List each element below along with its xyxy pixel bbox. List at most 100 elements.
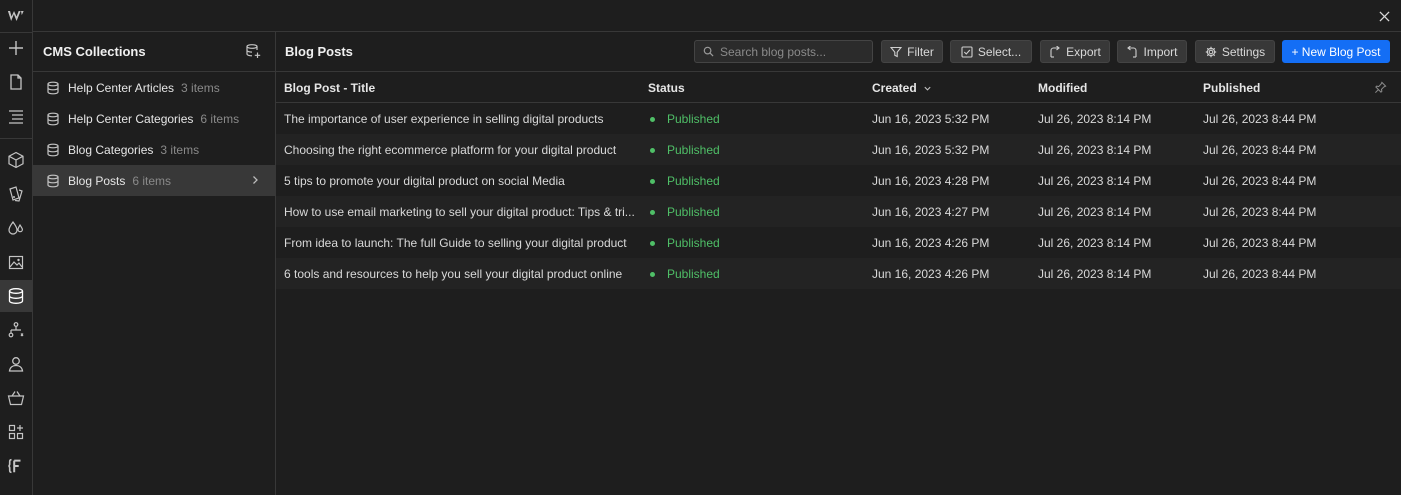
filter-button[interactable]: Filter xyxy=(881,40,943,63)
cell-created: Jun 16, 2023 4:26 PM xyxy=(872,236,990,250)
collections-title: CMS Collections xyxy=(43,44,146,59)
gear-icon xyxy=(1205,46,1217,57)
sort-chevron-down-icon xyxy=(924,86,931,91)
assets-icon[interactable] xyxy=(0,246,32,278)
cell-published: Jul 26, 2023 8:44 PM xyxy=(1203,205,1317,219)
column-header-modified[interactable]: Modified xyxy=(1038,81,1087,95)
status-badge: Published xyxy=(650,143,720,157)
cell-title: 5 tips to promote your digital product o… xyxy=(284,174,565,188)
column-header-status[interactable]: Status xyxy=(648,81,685,95)
webflow-logo-icon[interactable] xyxy=(0,0,32,32)
collection-name: Help Center Categories xyxy=(68,111,194,126)
cell-modified: Jul 26, 2023 8:14 PM xyxy=(1038,143,1152,157)
filter-label: Filter xyxy=(907,44,934,59)
collection-item-help-center-articles[interactable]: Help Center Articles 3 items xyxy=(33,72,275,103)
status-dot xyxy=(650,209,655,215)
collection-name: Help Center Articles xyxy=(68,80,175,95)
main-header: Blog Posts Filter Select... Export Impor… xyxy=(276,32,1401,72)
new-blog-post-label: + New Blog Post xyxy=(1291,44,1381,59)
status-dot xyxy=(650,147,655,153)
main-panel: Blog Posts Filter Select... Export Impor… xyxy=(276,32,1401,495)
status-text: Published xyxy=(667,112,720,126)
cell-title: From idea to launch: The full Guide to s… xyxy=(284,236,627,250)
import-button[interactable]: Import xyxy=(1117,40,1187,63)
status-badge: Published xyxy=(650,267,720,281)
table-row[interactable]: The importance of user experience in sel… xyxy=(276,103,1401,134)
pin-icon[interactable] xyxy=(1374,81,1387,94)
cell-published: Jul 26, 2023 8:44 PM xyxy=(1203,112,1317,126)
table-row[interactable]: How to use email marketing to sell your … xyxy=(276,196,1401,227)
import-label: Import xyxy=(1143,44,1178,59)
checkbox-icon xyxy=(961,45,973,58)
top-bar xyxy=(33,0,1401,32)
status-badge: Published xyxy=(650,205,720,219)
finsweet-icon[interactable] xyxy=(0,450,32,482)
select-label: Select... xyxy=(977,44,1022,59)
filter-icon xyxy=(890,46,903,57)
collection-item-help-center-categories[interactable]: Help Center Categories 6 items xyxy=(33,103,275,134)
chevron-right-icon xyxy=(253,176,258,184)
collection-item-blog-posts[interactable]: Blog Posts 6 items xyxy=(33,165,275,196)
search-box[interactable] xyxy=(694,40,873,63)
collection-count: 6 items xyxy=(200,111,240,126)
cell-modified: Jul 26, 2023 8:14 PM xyxy=(1038,112,1152,126)
navigator-icon[interactable] xyxy=(0,100,32,132)
left-icon-rail xyxy=(0,0,33,495)
column-header-title[interactable]: Blog Post - Title xyxy=(284,81,375,95)
export-button[interactable]: Export xyxy=(1040,40,1110,63)
cell-title: 6 tools and resources to help you sell y… xyxy=(284,267,623,281)
apps-icon[interactable] xyxy=(0,416,32,448)
cms-app: CMS Collections Help Center Articles 3 i… xyxy=(0,0,1401,495)
collection-item-blog-categories[interactable]: Blog Categories 3 items xyxy=(33,134,275,165)
cell-modified: Jul 26, 2023 8:14 PM xyxy=(1038,267,1152,281)
status-text: Published xyxy=(667,205,720,219)
close-icon[interactable] xyxy=(1375,7,1393,25)
cell-modified: Jul 26, 2023 8:14 PM xyxy=(1038,236,1152,250)
cell-title: The importance of user experience in sel… xyxy=(284,112,604,126)
collection-name: Blog Posts xyxy=(68,173,126,188)
status-text: Published xyxy=(667,236,720,250)
search-icon xyxy=(703,46,714,57)
new-blog-post-button[interactable]: + New Blog Post xyxy=(1282,40,1390,63)
cell-title: Choosing the right ecommerce platform fo… xyxy=(284,143,617,157)
select-button[interactable]: Select... xyxy=(950,40,1032,63)
column-header-created[interactable]: Created xyxy=(872,81,932,95)
export-icon xyxy=(1050,45,1061,58)
status-text: Published xyxy=(667,267,720,281)
cms-icon[interactable] xyxy=(0,280,32,312)
settings-button[interactable]: Settings xyxy=(1195,40,1275,63)
table-row[interactable]: From idea to launch: The full Guide to s… xyxy=(276,227,1401,258)
users-icon[interactable] xyxy=(0,348,32,380)
collection-name: Blog Categories xyxy=(68,142,154,157)
status-text: Published xyxy=(667,174,720,188)
search-input[interactable] xyxy=(720,44,870,59)
status-badge: Published xyxy=(650,236,720,250)
database-icon xyxy=(47,112,59,125)
database-icon xyxy=(47,81,59,94)
pages-icon[interactable] xyxy=(0,66,32,98)
column-header-created-label: Created xyxy=(872,81,917,95)
settings-label: Settings xyxy=(1221,44,1266,59)
cell-published: Jul 26, 2023 8:44 PM xyxy=(1203,174,1317,188)
variables-icon[interactable] xyxy=(0,212,32,244)
database-icon xyxy=(47,174,59,187)
export-label: Export xyxy=(1066,44,1101,59)
table-row[interactable]: 6 tools and resources to help you sell y… xyxy=(276,258,1401,289)
cell-created: Jun 16, 2023 5:32 PM xyxy=(872,112,990,126)
column-header-published[interactable]: Published xyxy=(1203,81,1260,95)
status-dot xyxy=(650,178,655,184)
cell-created: Jun 16, 2023 4:28 PM xyxy=(872,174,990,188)
add-collection-icon[interactable] xyxy=(245,43,261,59)
status-badge: Published xyxy=(650,174,720,188)
status-dot xyxy=(650,271,655,277)
table-row[interactable]: 5 tips to promote your digital product o… xyxy=(276,165,1401,196)
logic-icon[interactable] xyxy=(0,314,32,346)
cell-created: Jun 16, 2023 5:32 PM xyxy=(872,143,990,157)
ecommerce-icon[interactable] xyxy=(0,382,32,414)
components-icon[interactable] xyxy=(0,144,32,176)
add-icon[interactable] xyxy=(0,32,32,64)
style-guide-icon[interactable] xyxy=(0,178,32,210)
table-row[interactable]: Choosing the right ecommerce platform fo… xyxy=(276,134,1401,165)
status-dot xyxy=(650,240,655,246)
collections-header: CMS Collections xyxy=(33,32,275,72)
